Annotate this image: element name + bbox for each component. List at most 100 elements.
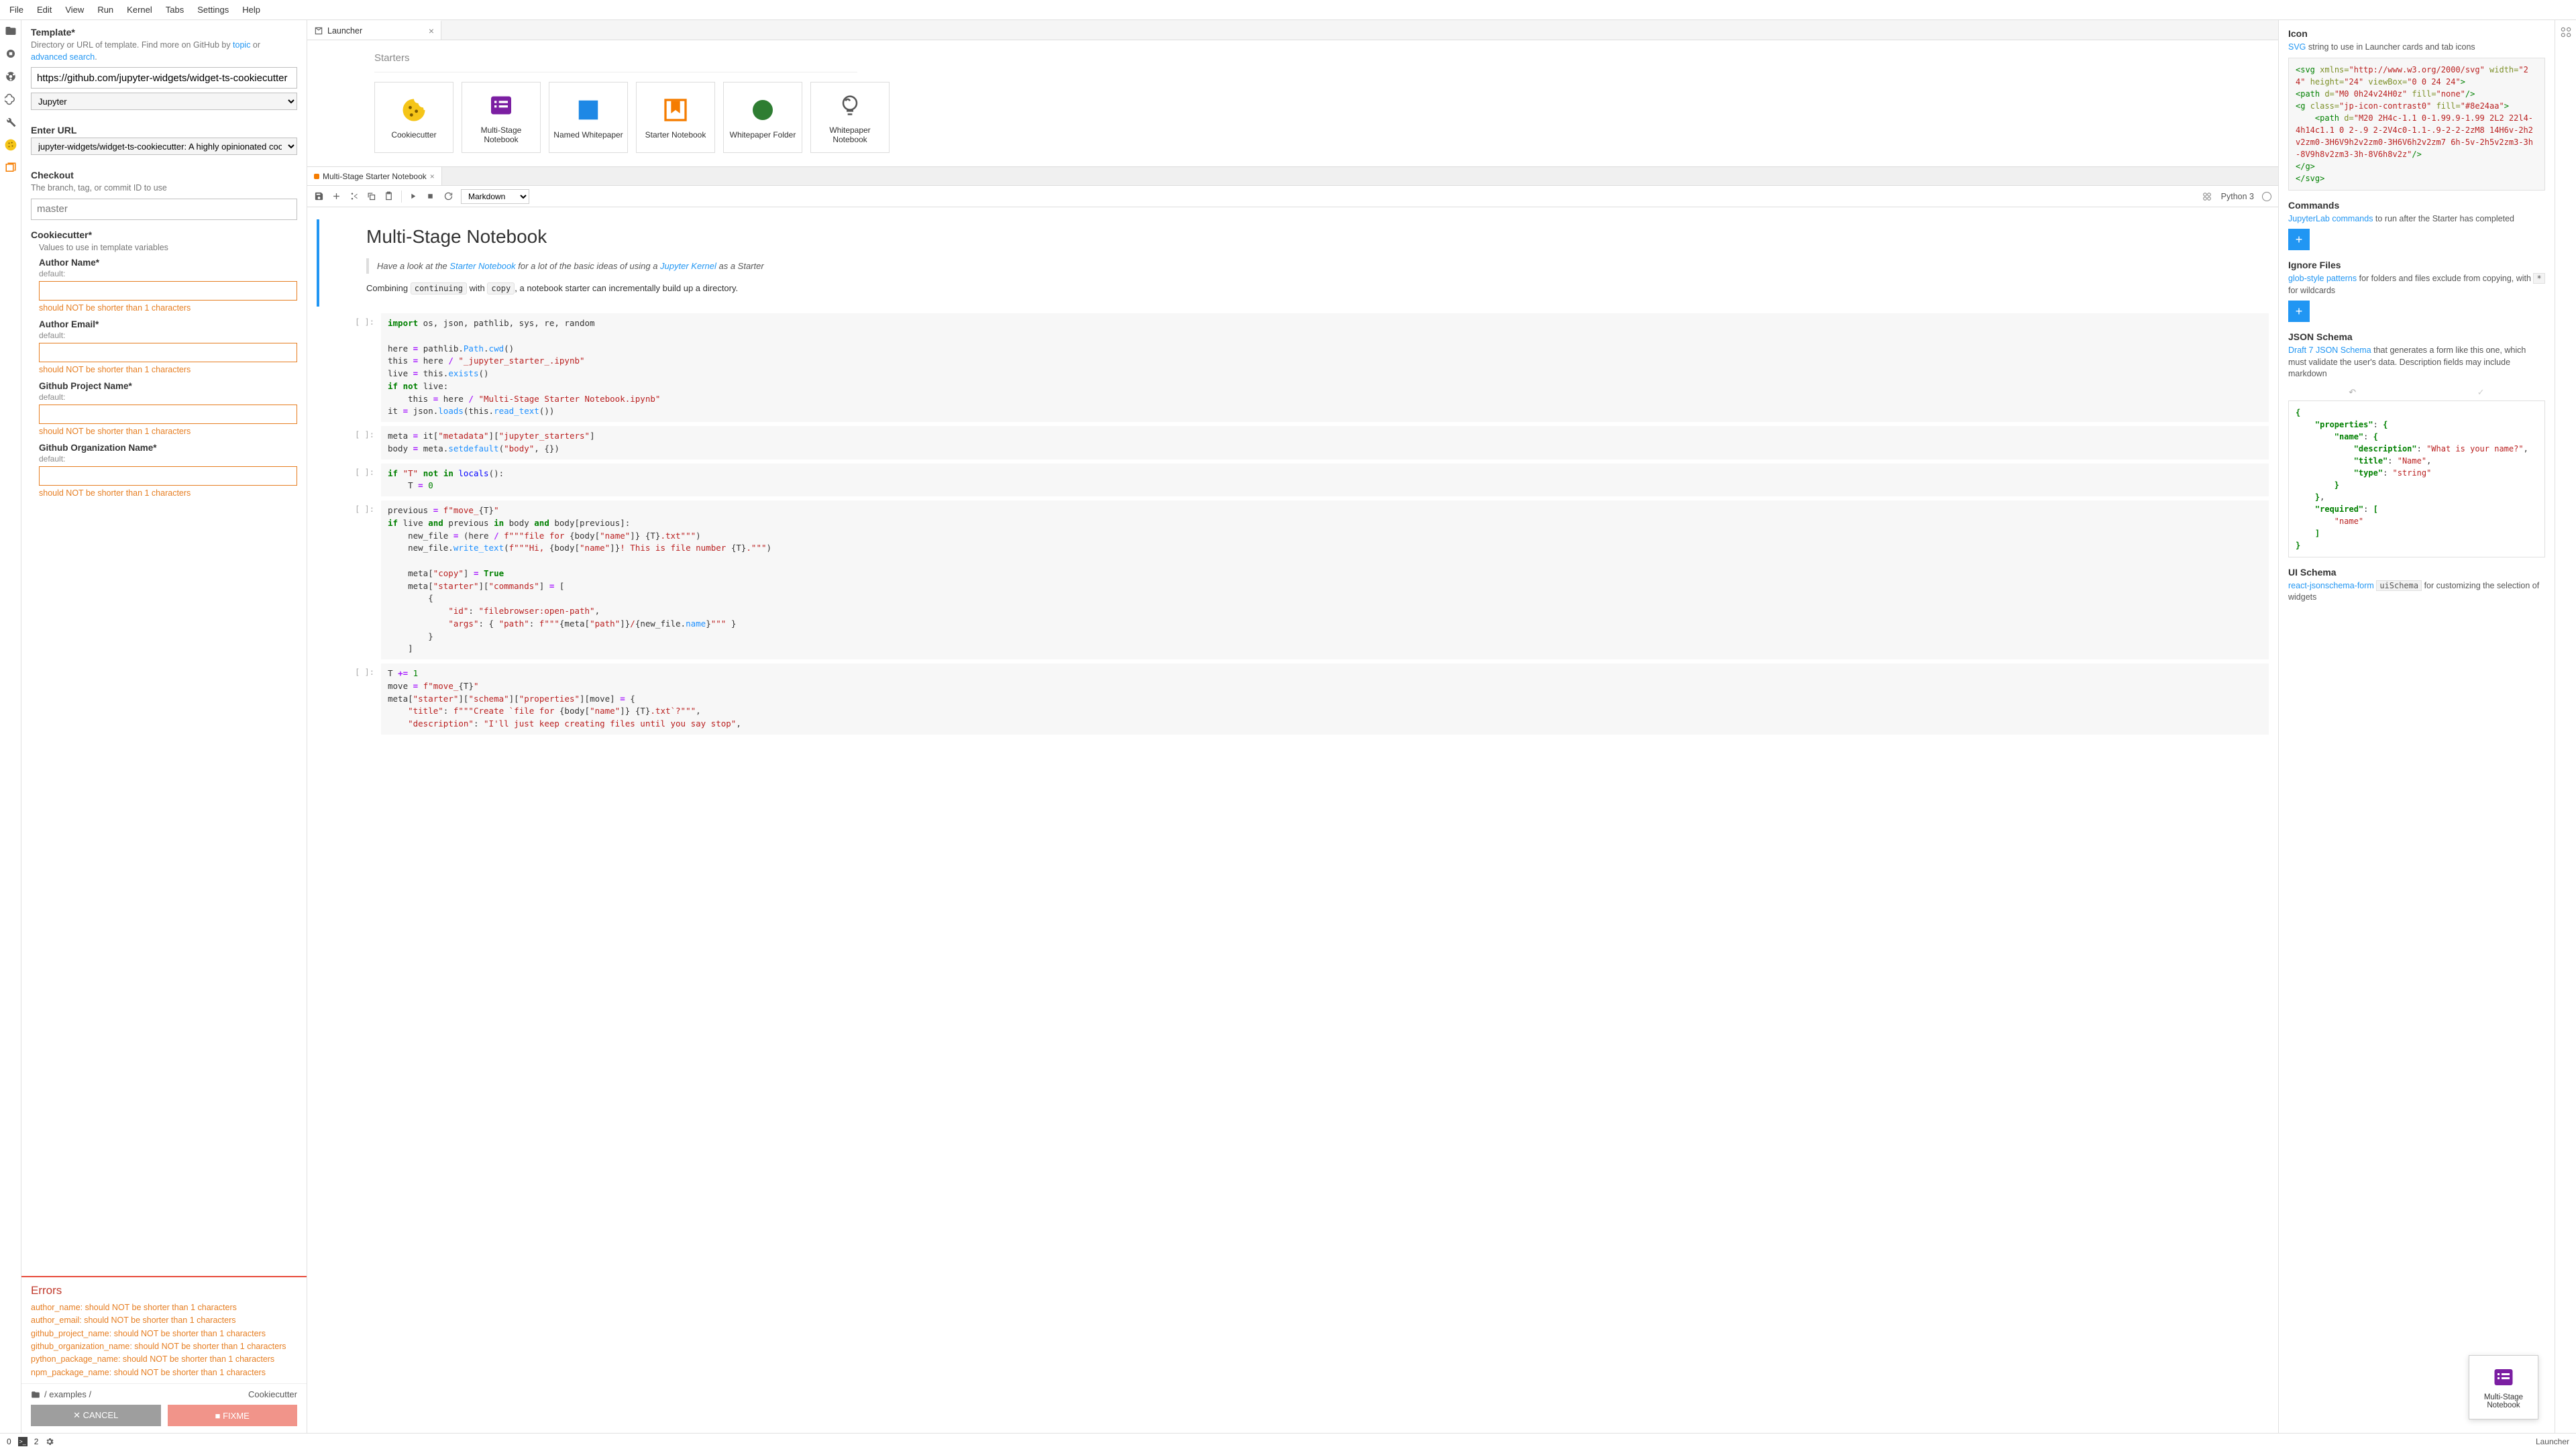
celltype-select[interactable]: Markdown [461,189,529,204]
save-icon[interactable] [314,191,325,201]
author-email-input[interactable] [39,343,297,362]
close-icon[interactable]: × [430,172,435,181]
starter-notebook-link[interactable]: Starter Notebook [449,261,515,271]
cancel-button[interactable]: ✕ CANCEL [31,1405,161,1426]
notebook-body[interactable]: Multi-Stage Notebook Have a look at the … [307,207,2278,1433]
add-icon[interactable] [331,191,342,201]
inspector-icon[interactable] [2559,25,2573,39]
github-org-input[interactable] [39,466,297,486]
cookie-icon[interactable] [4,138,17,152]
field-label: Author Name* [39,258,297,268]
card-whitepaper-folder[interactable]: Whitepaper Folder [723,82,802,153]
checkout-desc: The branch, tag, or commit ID to use [31,182,297,195]
floating-starter-card[interactable]: Multi-Stage Notebook [2469,1355,2538,1419]
json-schema-block[interactable]: { "properties": { "name": { "description… [2288,400,2545,557]
code-body[interactable]: meta = it["metadata"]["jupyter_starters"… [381,426,2269,460]
run-icon[interactable] [409,192,419,201]
ui-link[interactable]: react-jsonschema-form [2288,581,2374,590]
card-multistage[interactable]: Multi-Stage Notebook [462,82,541,153]
menu-help[interactable]: Help [235,1,267,18]
running-icon[interactable] [4,47,17,60]
code-cell[interactable]: [ ]: if "T" not in locals(): T = 0 [317,464,2269,497]
glob-link[interactable]: glob-style patterns [2288,274,2357,283]
close-icon[interactable]: × [429,25,434,36]
field-error: should NOT be shorter than 1 characters [39,303,297,313]
undo-icon[interactable]: ↶ [2349,387,2356,398]
topic-link[interactable]: topic [233,40,250,50]
status-terminals[interactable]: 0 [7,1437,11,1446]
svg-codeblock[interactable]: <svg xmlns="http://www.w3.org/2000/svg" … [2288,58,2545,191]
code-body[interactable]: previous = f"move_{T}" if live and previ… [381,500,2269,659]
menu-run[interactable]: Run [91,1,120,18]
settings-icon[interactable] [45,1437,54,1446]
svg-link[interactable]: SVG [2288,42,2306,52]
fixme-button[interactable]: ■ FIXME [168,1405,298,1426]
card-named-whitepaper[interactable]: Named Whitepaper [549,82,628,153]
checkout-input[interactable] [31,199,297,220]
bookmark-icon [661,95,690,125]
card-cookiecutter[interactable]: Cookiecutter [374,82,453,153]
card-whitepaper-notebook[interactable]: Whitepaper Notebook [810,82,890,153]
field-label: Github Organization Name* [39,443,297,453]
status-context[interactable]: Launcher [2536,1437,2569,1446]
folder-icon[interactable] [4,24,17,38]
enter-url-select[interactable]: jupyter-widgets/widget-ts-cookiecutter: … [31,138,297,155]
copy-icon[interactable] [366,191,377,201]
redo-icon[interactable]: ✓ [2477,387,2485,398]
add-ignore-button[interactable]: + [2288,301,2310,322]
jupyter-kernel-link[interactable]: Jupyter Kernel [660,261,716,271]
rp-schema-title: JSON Schema [2288,331,2545,342]
statusbar: 0 >_ 2 Launcher [0,1433,2576,1449]
advanced-search-link[interactable]: advanced search [31,52,95,62]
author-name-input[interactable] [39,281,297,301]
add-command-button[interactable]: + [2288,229,2310,250]
error-item: python_package_name: should NOT be short… [31,1353,297,1366]
code-cell[interactable]: [ ]: import os, json, pathlib, sys, re, … [317,313,2269,422]
tabs-icon[interactable] [4,161,17,174]
code-cell[interactable]: [ ]: previous = f"move_{T}" if live and … [317,500,2269,659]
field-label: Github Project Name* [39,381,297,391]
paste-icon[interactable] [384,191,394,201]
code-body[interactable]: T += 1 move = f"move_{T}" meta["starter"… [381,663,2269,735]
template-select[interactable]: Jupyter [31,93,297,110]
markdown-cell[interactable]: Multi-Stage Notebook Have a look at the … [317,219,2269,307]
template-url-input[interactable] [31,67,297,89]
cut-icon[interactable] [349,191,360,201]
menu-kernel[interactable]: Kernel [120,1,159,18]
menu-settings[interactable]: Settings [191,1,235,18]
launcher: Starters Cookiecutter Multi-Stage Notebo… [307,40,2278,167]
card-starter-notebook[interactable]: Starter Notebook [636,82,715,153]
kernel-name[interactable]: Python 3 [2221,192,2254,201]
tab-launcher[interactable]: Launcher × [307,20,441,40]
stop-icon[interactable] [426,192,437,201]
code-cell[interactable]: [ ]: T += 1 move = f"move_{T}" meta["sta… [317,663,2269,735]
schema-link[interactable]: Draft 7 JSON Schema [2288,345,2371,355]
wrench-icon[interactable] [4,115,17,129]
breadcrumb: / examples / Cookiecutter [21,1383,307,1405]
terminal-icon[interactable]: >_ [18,1437,28,1446]
rp-schema-desc: Draft 7 JSON Schema that generates a for… [2288,345,2545,380]
kernel-status-icon[interactable] [2262,192,2271,201]
cell-prompt: [ ]: [343,500,381,659]
field-error: should NOT be shorter than 1 characters [39,488,297,498]
menu-tabs[interactable]: Tabs [159,1,191,18]
menu-file[interactable]: File [3,1,30,18]
commands-icon[interactable] [4,70,17,83]
tab-notebook[interactable]: Multi-Stage Starter Notebook × [307,167,442,185]
menu-edit[interactable]: Edit [30,1,58,18]
list-icon [2491,1365,2516,1389]
code-body[interactable]: if "T" not in locals(): T = 0 [381,464,2269,497]
extensions-icon[interactable] [4,93,17,106]
breadcrumb-path[interactable]: / examples / [44,1389,91,1399]
restart-icon[interactable] [443,191,454,201]
voila-icon[interactable] [2201,191,2213,203]
code-body[interactable]: import os, json, pathlib, sys, re, rando… [381,313,2269,422]
code-cell[interactable]: [ ]: meta = it["metadata"]["jupyter_star… [317,426,2269,460]
github-project-input[interactable] [39,405,297,424]
folder-icon[interactable] [31,1390,40,1399]
errors-title: Errors [31,1284,297,1297]
commands-link[interactable]: JupyterLab commands [2288,214,2373,223]
cell-prompt: [ ]: [343,663,381,735]
menu-view[interactable]: View [58,1,91,18]
status-count[interactable]: 2 [34,1437,39,1446]
